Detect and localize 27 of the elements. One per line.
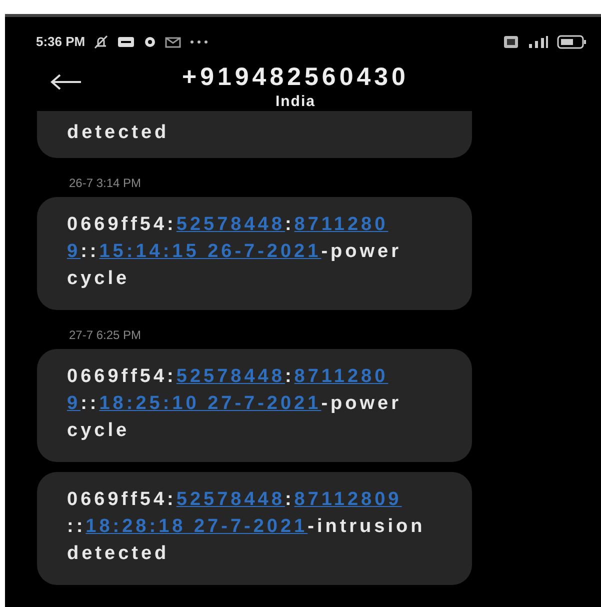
- message-icon: [117, 34, 136, 48]
- message-text: detected: [67, 121, 170, 145]
- message-link[interactable]: 52578448: [176, 366, 285, 387]
- message-link[interactable]: 52578448: [176, 489, 285, 510]
- mail-icon: [165, 34, 182, 48]
- message-timestamp: 27-7 6:25 PM: [69, 328, 142, 342]
- message-link[interactable]: 15:14:15 26-7-2021: [99, 241, 322, 262]
- message-text: 0669ff54:52578448:8711280 9::18:25:10 27-7-2021-power cycle: [67, 365, 402, 443]
- contact-number: +919482560430: [182, 63, 409, 92]
- notification-off-icon: [93, 34, 110, 48]
- message-link[interactable]: 18:25:10 27-7-2021: [99, 393, 322, 414]
- message-link[interactable]: 87112809: [294, 489, 402, 510]
- message-link[interactable]: 9: [67, 393, 81, 414]
- contact-country: India: [275, 93, 316, 110]
- message-link[interactable]: 52578448: [176, 214, 285, 235]
- message-link[interactable]: 8711280: [294, 214, 388, 235]
- status-time: 5:36 PM: [36, 34, 86, 49]
- message-link[interactable]: 18:28:18 27-7-2021: [86, 516, 308, 537]
- more-icon: [189, 38, 210, 44]
- back-arrow-icon: [50, 73, 82, 91]
- message-text: 0669ff54:52578448:87112809 ::18:28:18 27-7-2021-intrusion detected: [67, 488, 426, 566]
- signal-icon: [527, 34, 549, 48]
- message-text: 0669ff54:52578448:8711280 9::15:14:15 26-7-2021-power cycle: [67, 213, 402, 291]
- message-link[interactable]: 9: [67, 241, 81, 262]
- message-link[interactable]: 8711280: [294, 366, 388, 387]
- message-timestamp: 26-7 3:14 PM: [69, 176, 142, 190]
- battery-icon: [557, 34, 587, 48]
